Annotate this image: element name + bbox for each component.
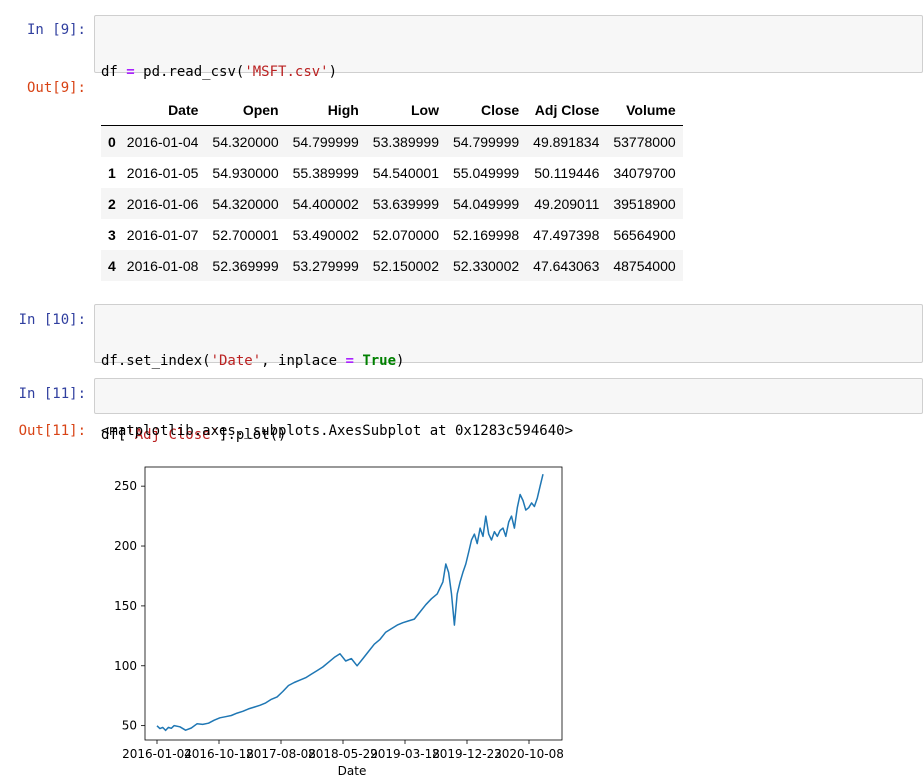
adj-close-series-line bbox=[156, 474, 544, 732]
table-cell: 55.389999 bbox=[292, 164, 359, 181]
code-token: ) bbox=[328, 64, 338, 80]
code-token: df.set_index( bbox=[101, 353, 211, 369]
row-index: 4 bbox=[108, 257, 116, 274]
column-header: High bbox=[285, 95, 366, 126]
code-token: pd.read_csv( bbox=[134, 64, 245, 80]
column-header: Date bbox=[119, 95, 206, 126]
table-cell: 2016-01-06 bbox=[126, 195, 199, 212]
output-repr-text: <matplotlib.axes._subplots.AxesSubplot a… bbox=[101, 423, 574, 439]
column-header: Low bbox=[365, 95, 446, 126]
cell-prompt-in-10: In [10]: bbox=[18, 312, 86, 328]
column-header: Volume bbox=[606, 95, 683, 126]
table-cell: 52.169998 bbox=[452, 226, 520, 243]
table-row: 4 2016-01-08 52.369999 53.279999 52.150002 52… bbox=[101, 250, 683, 281]
table-cell: 54.400002 bbox=[292, 195, 359, 212]
table-cell: 54.799999 bbox=[292, 133, 359, 150]
table-cell: 52.330002 bbox=[452, 257, 520, 274]
x-tick-label: 2016-10-18 bbox=[184, 747, 254, 761]
dataframe-body: 0 2016-01-04 54.320000 54.799999 53.389999 54… bbox=[101, 125, 683, 281]
x-tick-label: 2019-03-18 bbox=[370, 747, 440, 761]
table-cell: 2016-01-05 bbox=[126, 164, 199, 181]
column-header: Close bbox=[445, 95, 527, 126]
table-cell: 49.891834 bbox=[533, 133, 600, 150]
table-cell: 53778000 bbox=[613, 133, 676, 150]
code-token: = bbox=[126, 64, 135, 80]
plot-area-frame bbox=[144, 466, 563, 741]
row-index: 1 bbox=[108, 164, 116, 181]
code-token: 'MSFT.csv' bbox=[244, 64, 329, 80]
table-cell: 53.639999 bbox=[372, 195, 439, 212]
y-tick-label: 50 bbox=[122, 719, 137, 733]
table-cell: 2016-01-07 bbox=[126, 226, 199, 243]
table-cell: 34079700 bbox=[613, 164, 676, 181]
table-cell: 47.643063 bbox=[533, 257, 600, 274]
table-row: 2 2016-01-06 54.320000 54.400002 53.639999 54… bbox=[101, 188, 683, 219]
table-cell: 48754000 bbox=[613, 257, 676, 274]
column-header: Open bbox=[205, 95, 286, 126]
row-index: 0 bbox=[108, 133, 116, 150]
code-token: True bbox=[362, 353, 397, 369]
table-cell: 39518900 bbox=[613, 195, 676, 212]
table-cell: 54.540001 bbox=[372, 164, 439, 181]
code-cell-9[interactable]: df = pd.read_csv('MSFT.csv') df.head() bbox=[94, 15, 923, 140]
cell-prompt-in-11: In [11]: bbox=[18, 386, 86, 402]
code-line: df = pd.read_csv('MSFT.csv') bbox=[101, 62, 916, 82]
code-cell-10[interactable]: df.set_index('Date', inplace = True) bbox=[94, 304, 923, 369]
y-tick-label: 100 bbox=[114, 659, 137, 673]
code-token: = bbox=[345, 353, 354, 369]
code-token: , inplace bbox=[261, 353, 346, 369]
code-line: df.set_index('Date', inplace = True) bbox=[101, 351, 916, 371]
table-cell: 54.320000 bbox=[212, 195, 279, 212]
cell-prompt-in-9: In [9]: bbox=[26, 22, 86, 38]
table-cell: 55.049999 bbox=[452, 164, 520, 181]
table-cell: 53.389999 bbox=[372, 133, 439, 150]
x-axis-label: Date bbox=[338, 764, 367, 775]
table-cell: 52.369999 bbox=[212, 257, 279, 274]
table-cell: 52.150002 bbox=[372, 257, 439, 274]
table-cell: 53.490002 bbox=[292, 226, 359, 243]
table-cell: 54.799999 bbox=[452, 133, 520, 150]
y-tick-label: 200 bbox=[114, 539, 137, 553]
header-row: Date Open High Low Close Adj Close Volume bbox=[101, 95, 683, 126]
x-tick-label: 2020-10-08 bbox=[494, 747, 564, 761]
x-tick-label: 2017-08-08 bbox=[246, 747, 316, 761]
table-cell: 54.320000 bbox=[212, 133, 279, 150]
column-header: Adj Close bbox=[526, 95, 607, 126]
table-cell: 2016-01-08 bbox=[126, 257, 199, 274]
row-index: 3 bbox=[108, 226, 116, 243]
table-cell: 52.700001 bbox=[212, 226, 279, 243]
table-cell: 54.049999 bbox=[452, 195, 520, 212]
cell-prompt-out-11: Out[11]: bbox=[18, 423, 86, 439]
table-row: 0 2016-01-04 54.320000 54.799999 53.389999 54… bbox=[101, 125, 683, 157]
x-tick-label: 2019-12-23 bbox=[432, 747, 502, 761]
x-axis: 2016-01-042016-10-182017-08-082018-05-29… bbox=[122, 740, 564, 761]
column-header bbox=[101, 95, 120, 126]
x-tick-label: 2016-01-04 bbox=[122, 747, 192, 761]
dataframe-header: Date Open High Low Close Adj Close Volume bbox=[101, 95, 683, 126]
code-token: df bbox=[101, 64, 127, 80]
table-cell: 53.279999 bbox=[292, 257, 359, 274]
table-row: 3 2016-01-07 52.700001 53.490002 52.070000 52… bbox=[101, 219, 683, 250]
table-row: 1 2016-01-05 54.930000 55.389999 54.540001 55… bbox=[101, 157, 683, 188]
table-cell: 52.070000 bbox=[372, 226, 439, 243]
table-cell: 49.209011 bbox=[534, 195, 600, 212]
y-tick-label: 150 bbox=[114, 599, 137, 613]
table-cell: 56564900 bbox=[613, 226, 676, 243]
code-cell-11[interactable]: df['Adj Close'].plot() bbox=[94, 378, 923, 443]
x-tick-label: 2018-05-29 bbox=[308, 747, 378, 761]
table-cell: 2016-01-04 bbox=[126, 133, 199, 150]
table-cell: 54.930000 bbox=[212, 164, 279, 181]
row-index: 2 bbox=[108, 195, 116, 212]
dataframe-table: Date Open High Low Close Adj Close Volume 0 201… bbox=[101, 95, 683, 281]
y-axis: 50 100 150 200 250 bbox=[114, 479, 145, 733]
code-token: 'Date' bbox=[210, 353, 262, 369]
y-tick-label: 250 bbox=[114, 479, 137, 493]
table-cell: 50.119446 bbox=[534, 164, 600, 181]
cell-prompt-out-9: Out[9]: bbox=[26, 80, 86, 96]
table-cell: 47.497398 bbox=[533, 226, 600, 243]
code-token: ) bbox=[396, 353, 405, 369]
